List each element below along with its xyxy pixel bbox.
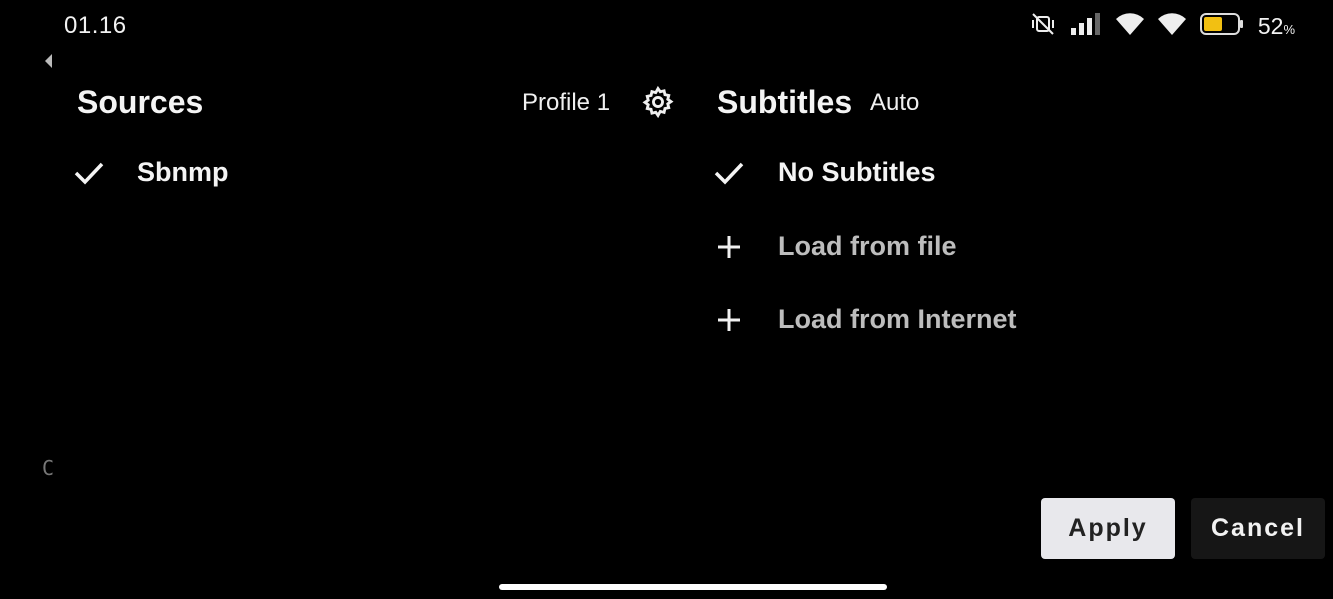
sources-title: Sources [77, 84, 204, 120]
check-icon [714, 158, 744, 188]
cancel-button[interactable]: Cancel [1191, 498, 1325, 559]
wifi-icon [1115, 12, 1144, 40]
wifi-icon [1157, 12, 1186, 40]
signal-icon [1070, 12, 1102, 40]
subtitle-option-load-file[interactable]: Load from file [714, 231, 957, 262]
back-arrow-icon[interactable] [42, 52, 54, 75]
check-icon [74, 158, 104, 188]
subtitle-option-label: Load from file [778, 231, 957, 261]
source-label: Sbnmp [137, 157, 229, 187]
profile-selector[interactable]: Profile 1 [522, 89, 610, 117]
status-time: 01.16 [64, 12, 127, 39]
subtitle-option-label: No Subtitles [778, 157, 936, 187]
subtitle-option-label: Load from Internet [778, 304, 1017, 334]
source-item[interactable]: Sbnmp [74, 157, 229, 188]
apply-button[interactable]: Apply [1041, 498, 1175, 559]
gear-icon[interactable] [641, 85, 675, 124]
side-letter: C [42, 456, 55, 480]
battery-icon [1199, 12, 1244, 40]
subtitles-title: Subtitles [717, 84, 853, 120]
home-indicator[interactable] [499, 584, 887, 590]
subtitle-option-load-internet[interactable]: Load from Internet [714, 304, 1017, 335]
subtitles-mode[interactable]: Auto [870, 89, 919, 117]
plus-icon [714, 232, 744, 262]
mute-vibrate-icon [1030, 11, 1056, 42]
subtitle-option-none[interactable]: No Subtitles [714, 157, 936, 188]
status-icons: 52% [1030, 10, 1295, 42]
battery-percentage: 52% [1257, 12, 1295, 39]
plus-icon [714, 305, 744, 335]
